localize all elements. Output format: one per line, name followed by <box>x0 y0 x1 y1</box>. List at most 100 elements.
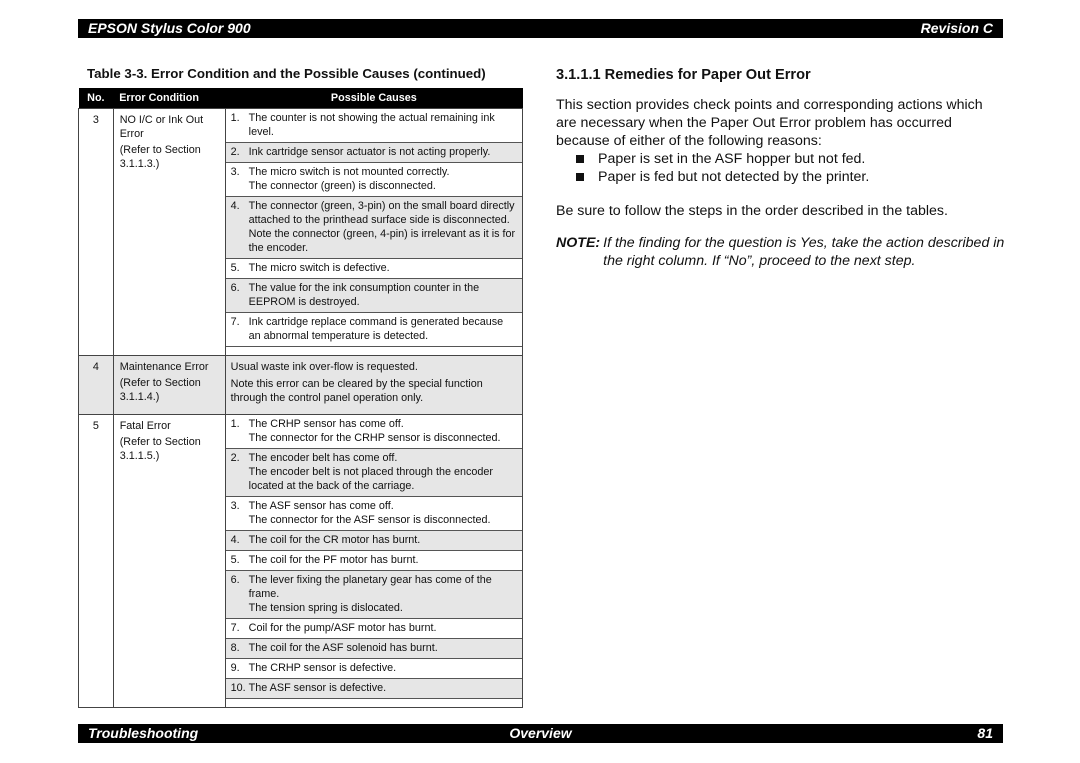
cause-line: The micro switch is not mounted correctl… <box>248 166 450 178</box>
section-title: 3.1.1.1 Remedies for Paper Out Error <box>556 67 811 83</box>
row-number: 4 <box>78 355 114 415</box>
section-content: 3.1.1.1 Remedies for Paper Out Error Thi… <box>556 66 1006 270</box>
column-header-error-condition: Error Condition <box>113 88 226 109</box>
cause-line: The coil for the CR motor has burnt. <box>248 534 421 546</box>
cause-item: 4. The connector (green, 3-pin) on the sm… <box>225 197 522 259</box>
cell-spacer <box>226 347 522 355</box>
possible-causes-cell: 1. The counter is not showing the actual … <box>224 108 524 356</box>
error-condition-text: (Refer to Section 3.1.1.3.) <box>119 144 201 170</box>
error-condition-text: Maintenance Error <box>119 361 209 373</box>
note-text: If the finding for the question is Yes, … <box>603 235 1005 269</box>
cause-number: 6. <box>230 574 240 586</box>
cause-text: The ASF sensor is defective. <box>249 681 516 695</box>
cause-item: 1. The CRHP sensor has come off. The conne… <box>225 415 522 449</box>
cell-spacer <box>226 699 522 707</box>
row-number: 3 <box>78 108 114 356</box>
list-item: Paper is fed but not detected by the pri… <box>576 168 1006 186</box>
cause-line: The value for the ink consumption counte… <box>248 282 480 308</box>
cause-line: Ink cartridge sensor actuator is not act… <box>248 146 491 158</box>
error-condition-table: No. Error Condition Possible Causes 3 NO … <box>78 88 524 708</box>
cause-text: The coil for the PF motor has burnt. <box>249 553 516 567</box>
cause-line: The micro switch is defective. <box>248 262 390 274</box>
bullet-square-icon <box>576 155 584 163</box>
footer-bar: Troubleshooting Overview 81 <box>78 724 1003 743</box>
cause-item: 5. The coil for the PF motor has burnt. <box>225 551 522 571</box>
cause-line: The ASF sensor has come off. <box>248 500 394 512</box>
cause-line: The encoder belt is not placed through t… <box>248 466 493 492</box>
cause-item: 1. The counter is not showing the actual … <box>225 109 522 143</box>
cause-line: The counter is not showing the actual re… <box>248 112 495 138</box>
reason-text: Paper is fed but not detected by the pri… <box>598 169 870 185</box>
cause-text: Ink cartridge sensor actuator is not act… <box>249 145 516 159</box>
cause-item: 2. The encoder belt has come off. The enco… <box>225 449 522 497</box>
cause-text: The coil for the ASF solenoid has burnt. <box>249 641 516 655</box>
cause-number: 3. <box>230 500 240 512</box>
cause-item: 10. The ASF sensor is defective. <box>225 679 522 699</box>
cause-paragraph: Usual waste ink over-flow is requested. <box>230 361 418 373</box>
page-number: 81 <box>977 725 993 741</box>
cause-text: The coil for the CR motor has burnt. <box>249 533 516 547</box>
cause-text: The CRHP sensor is defective. <box>249 661 516 675</box>
cause-number: 4. <box>230 534 240 546</box>
cause-text: The encoder belt has come off. The encode… <box>249 451 516 493</box>
cause-item: 7. Coil for the pump/ASF motor has burnt. <box>225 619 522 639</box>
table-header-row: No. Error Condition Possible Causes <box>78 88 523 109</box>
cause-item: 8. The coil for the ASF solenoid has burn… <box>225 639 522 659</box>
reasons-list: Paper is set in the ASF hopper but not f… <box>556 150 1006 186</box>
cause-line: The connector (green) is disconnected. <box>248 180 436 192</box>
cause-line: The tension spring is dislocated. <box>248 602 403 614</box>
possible-causes-cell: 1. The CRHP sensor has come off. The conne… <box>224 414 524 708</box>
cause-item: 3. The micro switch is not mounted correc… <box>225 163 522 197</box>
list-item: Paper is set in the ASF hopper but not f… <box>576 150 1006 168</box>
cause-item: 5. The micro switch is defective. <box>225 259 522 279</box>
error-condition-cell: Fatal Error (Refer to Section 3.1.1.5.) <box>112 414 226 708</box>
cause-line: The CRHP sensor has come off. <box>248 418 404 430</box>
cause-text-block: Usual waste ink over-flow is requested. N… <box>226 356 522 414</box>
cause-item: 4. The coil for the CR motor has burnt. <box>225 531 522 551</box>
cause-line: Coil for the pump/ASF motor has burnt. <box>248 622 437 634</box>
error-condition-text: (Refer to Section 3.1.1.5.) <box>119 436 201 462</box>
cause-item: 6. The value for the ink consumption coun… <box>225 279 522 313</box>
cause-number: 5. <box>230 262 240 274</box>
cause-number: 8. <box>230 642 240 654</box>
cause-text: The micro switch is not mounted correctl… <box>249 165 516 193</box>
cause-text: The CRHP sensor has come off. The connect… <box>249 417 516 445</box>
bullet-square-icon <box>576 173 584 181</box>
cause-line: The encoder belt has come off. <box>248 452 398 464</box>
cause-number: 2. <box>230 452 240 464</box>
cause-text: Coil for the pump/ASF motor has burnt. <box>249 621 516 635</box>
cause-number: 5. <box>230 554 240 566</box>
cause-number: 1. <box>230 112 240 124</box>
cause-line: The coil for the ASF solenoid has burnt. <box>248 642 438 654</box>
table-caption: Table 3-3. Error Condition and the Possi… <box>87 66 486 81</box>
intro-paragraph: This section provides check points and c… <box>556 97 983 149</box>
note: NOTE: If the finding for the question is… <box>556 234 1006 270</box>
revision-label: Revision C <box>920 20 993 36</box>
header-bar: EPSON Stylus Color 900 Revision C <box>78 19 1003 38</box>
error-condition-cell: Maintenance Error (Refer to Section 3.1.1… <box>112 355 226 415</box>
table-row: 5 Fatal Error (Refer to Section 3.1.1.5.) 1… <box>78 414 524 708</box>
cause-line: The connector for the CRHP sensor is dis… <box>248 432 501 444</box>
possible-causes-cell: Usual waste ink over-flow is requested. N… <box>224 355 524 415</box>
cause-text: The counter is not showing the actual re… <box>249 111 516 139</box>
cause-line: The coil for the PF motor has burnt. <box>248 554 419 566</box>
row-number: 5 <box>78 414 114 708</box>
cause-number: 9. <box>230 662 240 674</box>
footer-chapter: Troubleshooting <box>88 725 199 741</box>
cause-text: The lever fixing the planetary gear has … <box>249 573 516 615</box>
cause-item: 9. The CRHP sensor is defective. <box>225 659 522 679</box>
error-condition-cell: NO I/C or Ink Out Error (Refer to Section… <box>112 108 226 356</box>
error-condition-text: (Refer to Section 3.1.1.4.) <box>119 377 201 403</box>
cause-text: Ink cartridge replace command is generat… <box>249 315 516 343</box>
cause-paragraph: Note this error can be cleared by the sp… <box>230 378 483 404</box>
cause-item: 7. Ink cartridge replace command is gener… <box>225 313 522 347</box>
cause-text: The micro switch is defective. <box>249 261 516 275</box>
cause-number: 7. <box>230 316 240 328</box>
cause-line: The CRHP sensor is defective. <box>248 662 397 674</box>
column-header-possible-causes: Possible Causes <box>225 88 523 109</box>
table-row: 3 NO I/C or Ink Out Error (Refer to Sectio… <box>78 108 524 356</box>
cause-number: 1. <box>230 418 240 430</box>
order-instruction: Be sure to follow the steps in the order… <box>556 203 948 219</box>
cause-line: The connector for the ASF sensor is disc… <box>248 514 491 526</box>
cause-line: The connector (green, 3-pin) on the smal… <box>248 200 516 254</box>
